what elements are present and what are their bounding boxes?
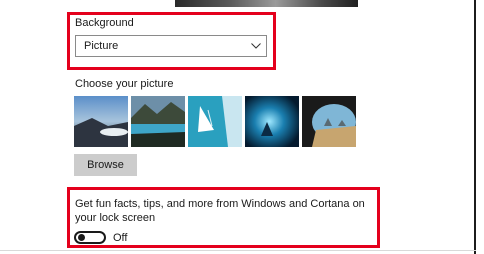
lock-screen-preview bbox=[175, 0, 358, 7]
mountain-lake-thumbnail[interactable] bbox=[131, 96, 185, 147]
browse-button[interactable]: Browse bbox=[74, 154, 137, 176]
background-dropdown[interactable]: Picture bbox=[75, 35, 267, 57]
beach-cave-thumbnail[interactable] bbox=[302, 96, 356, 147]
picture-thumbnails bbox=[74, 96, 356, 147]
lake-sunrise-thumbnail[interactable] bbox=[74, 96, 128, 147]
sailboat-aerial-thumbnail[interactable] bbox=[188, 96, 242, 147]
choose-picture-label: Choose your picture bbox=[75, 78, 174, 90]
window-border bbox=[474, 0, 476, 254]
fun-facts-toggle[interactable] bbox=[74, 231, 106, 244]
background-label: Background bbox=[75, 17, 134, 29]
chevron-down-icon bbox=[246, 36, 266, 56]
toggle-state-label: Off bbox=[113, 232, 128, 244]
background-dropdown-value: Picture bbox=[84, 40, 119, 52]
fun-facts-label: Get fun facts, tips, and more from Windo… bbox=[75, 198, 365, 224]
ice-cave-thumbnail[interactable] bbox=[245, 96, 299, 147]
divider bbox=[0, 250, 476, 251]
toggle-knob bbox=[78, 234, 85, 241]
